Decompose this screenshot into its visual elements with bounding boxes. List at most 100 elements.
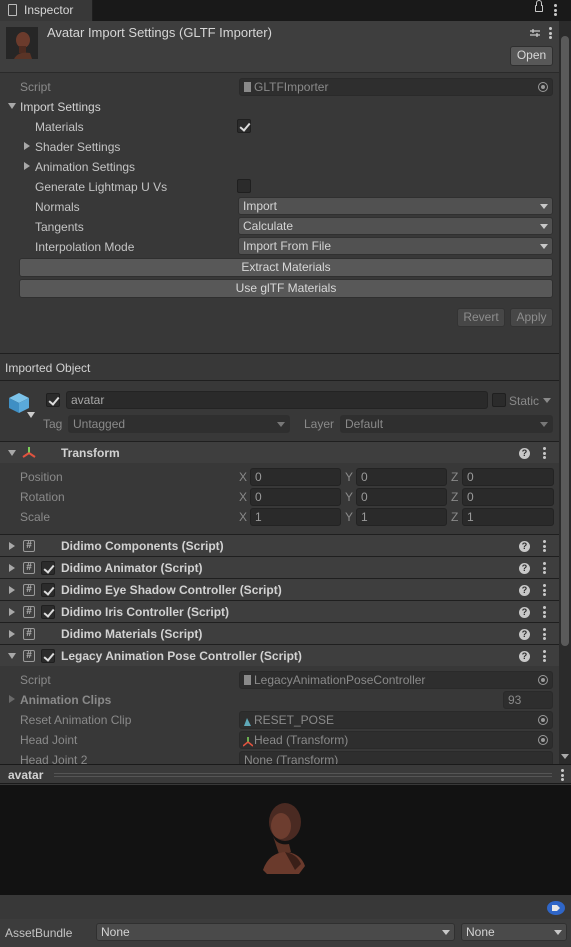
assetbundle-variant-value: None: [466, 925, 495, 939]
reset-clip-field[interactable]: RESET_POSE: [239, 711, 553, 729]
static-label[interactable]: Static: [509, 394, 539, 408]
component-foldout-icon[interactable]: [8, 653, 16, 659]
icon-dropdown-caret[interactable]: [27, 412, 35, 418]
tab-menu-icon[interactable]: [554, 4, 557, 16]
use-gltf-materials-button[interactable]: Use glTF Materials: [19, 279, 553, 298]
interpolation-dropdown[interactable]: Import From File: [238, 237, 553, 255]
component-enabled-checkbox[interactable]: [41, 649, 55, 663]
label-tag-icon[interactable]: [547, 901, 565, 915]
transform-foldout-icon[interactable]: [8, 450, 16, 456]
transform-header[interactable]: Transform ?: [0, 441, 559, 463]
component-header[interactable]: # Didimo Iris Controller (Script)?: [0, 600, 559, 622]
component-header[interactable]: # Didimo Components (Script)?: [0, 534, 559, 556]
transform-row-label: Scale: [20, 510, 51, 524]
help-icon[interactable]: ?: [519, 563, 530, 574]
assetbundle-name-dropdown[interactable]: None: [96, 923, 455, 941]
animation-clips-count[interactable]: 93: [503, 691, 553, 709]
component-menu-icon[interactable]: [543, 562, 546, 574]
component-menu-icon[interactable]: [543, 540, 546, 552]
revert-button[interactable]: Revert: [457, 308, 505, 327]
preview-drag-handle[interactable]: [54, 773, 552, 777]
component-header[interactable]: # Didimo Materials (Script)?: [0, 622, 559, 644]
component-menu-icon[interactable]: [543, 606, 546, 618]
component-header[interactable]: # Legacy Animation Pose Controller (Scrip…: [0, 644, 559, 666]
transform-x-field[interactable]: 1: [250, 508, 341, 526]
component-menu-icon[interactable]: [543, 650, 546, 662]
open-button[interactable]: Open: [510, 46, 553, 66]
materials-checkbox[interactable]: [237, 119, 251, 133]
help-icon[interactable]: ?: [519, 629, 530, 640]
header-title: Avatar Import Settings (GLTF Importer): [47, 25, 272, 40]
normals-dropdown[interactable]: Import: [238, 197, 553, 215]
gameobject-name-value: avatar: [71, 393, 105, 407]
tag-dropdown[interactable]: Untagged: [68, 415, 290, 433]
animation-clips-label[interactable]: Animation Clips: [20, 693, 111, 707]
component-menu-icon[interactable]: [543, 447, 546, 459]
preset-icon[interactable]: [530, 27, 540, 37]
component-enabled-checkbox[interactable]: [41, 561, 55, 575]
preview-viewport[interactable]: [0, 785, 571, 895]
transform-y-field[interactable]: 0: [356, 488, 447, 506]
legacy-script-field[interactable]: LegacyAnimationPoseController: [239, 671, 553, 689]
object-picker-icon[interactable]: [538, 715, 548, 725]
preview-header[interactable]: avatar: [0, 764, 571, 784]
import-settings-label[interactable]: Import Settings: [20, 100, 101, 114]
transform-z-field[interactable]: 0: [462, 488, 554, 506]
object-picker-icon[interactable]: [538, 735, 548, 745]
transform-x-field[interactable]: 0: [250, 488, 341, 506]
help-icon[interactable]: ?: [519, 607, 530, 618]
help-icon[interactable]: ?: [519, 448, 530, 459]
object-picker-icon[interactable]: [538, 675, 548, 685]
transform-x-field[interactable]: 0: [250, 468, 341, 486]
animation-settings-label[interactable]: Animation Settings: [35, 160, 135, 174]
shader-settings-label[interactable]: Shader Settings: [35, 140, 120, 154]
component-foldout-icon[interactable]: [9, 608, 15, 616]
scroll-down-arrow-icon[interactable]: [561, 754, 569, 759]
help-icon[interactable]: ?: [519, 651, 530, 662]
help-icon[interactable]: ?: [519, 585, 530, 596]
shader-settings-foldout-icon[interactable]: [24, 142, 30, 150]
help-icon[interactable]: ?: [519, 541, 530, 552]
static-checkbox[interactable]: [492, 393, 506, 407]
tab-inspector[interactable]: Inspector: [0, 0, 93, 21]
head-joint-2-field[interactable]: None (Transform): [239, 751, 553, 764]
component-header[interactable]: # Didimo Eye Shadow Controller (Script)?: [0, 578, 559, 600]
script-field[interactable]: GLTFImporter: [239, 78, 553, 96]
component-foldout-icon[interactable]: [9, 630, 15, 638]
import-settings-foldout-icon[interactable]: [8, 103, 16, 109]
component-header[interactable]: # Didimo Animator (Script)?: [0, 556, 559, 578]
transform-y-field[interactable]: 0: [356, 468, 447, 486]
header-menu-icon[interactable]: [549, 27, 552, 39]
head-joint-field[interactable]: Head (Transform): [239, 731, 553, 749]
component-foldout-icon[interactable]: [9, 564, 15, 572]
animation-clips-foldout-icon[interactable]: [9, 695, 15, 703]
component-title: Didimo Animator (Script): [61, 561, 203, 575]
component-enabled-checkbox[interactable]: [41, 583, 55, 597]
assetbundle-variant-dropdown[interactable]: None: [461, 923, 567, 941]
head-joint-2-value: None (Transform): [244, 753, 339, 764]
component-menu-icon[interactable]: [543, 584, 546, 596]
layer-dropdown[interactable]: Default: [340, 415, 553, 433]
apply-button[interactable]: Apply: [510, 308, 553, 327]
chevron-down-icon: [277, 422, 285, 427]
component-foldout-icon[interactable]: [9, 586, 15, 594]
transform-y-field[interactable]: 1: [356, 508, 447, 526]
scrollbar-thumb[interactable]: [561, 36, 569, 646]
transform-z-field[interactable]: 1: [462, 508, 554, 526]
component-enabled-checkbox[interactable]: [41, 605, 55, 619]
preview-menu-icon[interactable]: [561, 769, 564, 781]
gameobject-name-field[interactable]: avatar: [66, 391, 488, 409]
component-menu-icon[interactable]: [543, 628, 546, 640]
transform-z-field[interactable]: 0: [462, 468, 554, 486]
tangents-dropdown[interactable]: Calculate: [238, 217, 553, 235]
gameobject-active-checkbox[interactable]: [46, 393, 60, 407]
lock-icon[interactable]: [535, 0, 543, 12]
script-file-icon: [244, 82, 251, 92]
component-foldout-icon[interactable]: [9, 542, 15, 550]
lightmap-checkbox[interactable]: [237, 179, 251, 193]
extract-materials-button[interactable]: Extract Materials: [19, 258, 553, 277]
animation-settings-foldout-icon[interactable]: [24, 162, 30, 170]
legacy-script-label: Script: [20, 673, 51, 687]
object-picker-icon[interactable]: [538, 82, 548, 92]
static-chevron-down-icon[interactable]: [543, 398, 551, 403]
